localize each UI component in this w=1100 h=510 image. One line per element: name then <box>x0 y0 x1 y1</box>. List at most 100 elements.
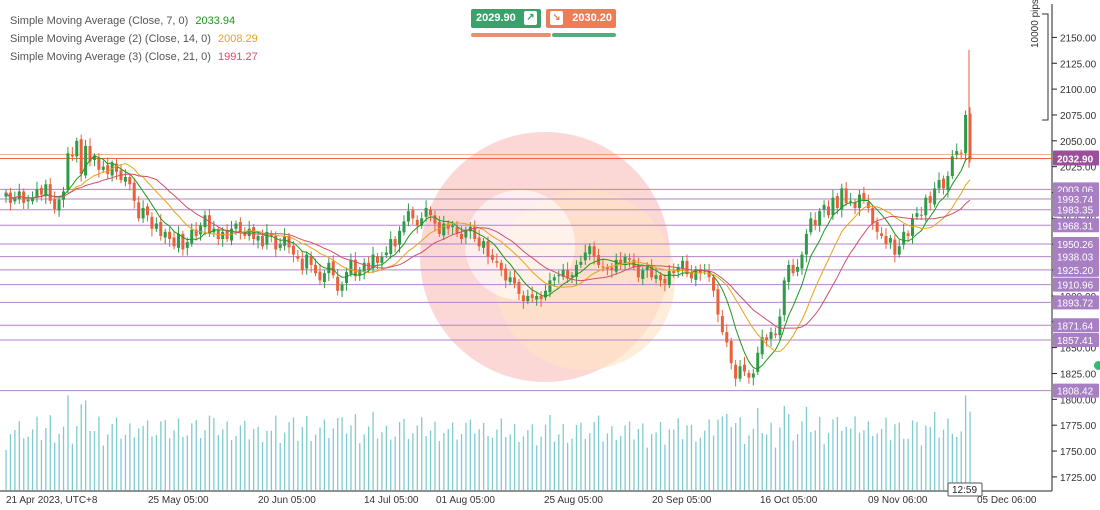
sell-price: 2030.20 <box>572 12 612 24</box>
volume-bar <box>244 420 246 490</box>
candle-body <box>924 197 928 216</box>
candle-body <box>13 197 17 202</box>
volume-bar <box>637 429 640 490</box>
volume-bar <box>540 436 542 490</box>
candle-body <box>411 209 415 219</box>
y-tick-label: 1750.00 <box>1060 447 1097 458</box>
volume-bar <box>699 437 701 490</box>
volume-bar <box>191 423 193 490</box>
volume-bar <box>761 433 763 490</box>
candle-body <box>380 256 384 263</box>
volume-bar <box>624 425 626 490</box>
candle-body <box>672 271 676 274</box>
volume-bar <box>222 429 224 490</box>
candle-body <box>159 221 163 236</box>
candle-body <box>106 165 110 174</box>
candle-body <box>238 221 242 232</box>
volume-bar <box>376 438 379 490</box>
sell-button[interactable]: ↘ 2030.20 <box>546 9 616 28</box>
volume-bar <box>673 429 675 490</box>
volume-bar <box>695 441 697 490</box>
level-label: 1910.96 <box>1057 281 1094 292</box>
volume-bar <box>385 425 387 490</box>
volume-bar <box>169 438 171 490</box>
level-label: 1925.20 <box>1057 266 1094 277</box>
candle-body <box>884 235 888 245</box>
candle-body <box>513 277 517 284</box>
volume-bar <box>668 429 671 490</box>
volume-bar <box>120 438 122 490</box>
pips-ruler-bracket <box>1042 13 1049 121</box>
volume-bar <box>553 441 556 490</box>
candle-body <box>946 175 950 190</box>
volume-bar <box>885 417 887 490</box>
volume-bar <box>474 433 476 490</box>
volume-bar <box>920 445 923 490</box>
volume-bar <box>195 420 197 490</box>
volume-bar <box>615 440 617 490</box>
volume-bar <box>248 439 250 490</box>
volume-bar <box>416 425 418 490</box>
volume-bar <box>801 421 803 490</box>
legend-row-sma21[interactable]: Simple Moving Average (3) (Close, 21, 0)… <box>10 48 258 66</box>
buy-price: 2029.90 <box>476 12 516 24</box>
candle-body <box>398 230 402 245</box>
candle-body <box>658 275 662 281</box>
candle-body <box>70 154 74 157</box>
volume-bar <box>487 436 489 490</box>
chart-canvas[interactable]: 1725.001750.001775.001800.001825.001850.… <box>0 0 1100 510</box>
legend-row-sma14[interactable]: Simple Moving Average (2) (Close, 14, 0)… <box>10 30 258 48</box>
candle-body <box>477 237 481 247</box>
volume-bar <box>288 422 290 490</box>
candle-body <box>796 266 800 272</box>
volume-bar <box>690 424 693 490</box>
volume-bar <box>257 426 259 490</box>
status-dot <box>1094 361 1100 370</box>
y-tick-label: 2075.00 <box>1060 111 1097 122</box>
candle-body <box>314 264 318 274</box>
volume-bar <box>505 437 507 490</box>
volume-bar <box>964 395 967 490</box>
candle-body <box>48 184 52 201</box>
volume-bar <box>810 432 812 490</box>
candle-body <box>424 208 428 217</box>
volume-bar <box>54 442 56 490</box>
candle-body <box>552 277 556 281</box>
volume-bar <box>297 440 299 490</box>
volume-bar <box>102 445 104 490</box>
candle-body <box>831 197 835 216</box>
candle-body <box>154 223 158 229</box>
volume-bar <box>730 427 732 490</box>
candle-body <box>570 275 574 277</box>
candle-body <box>813 219 817 226</box>
volume-bar <box>199 438 202 490</box>
volume-bar <box>239 425 242 490</box>
volume-bar <box>805 407 808 490</box>
candle-body <box>190 229 194 244</box>
candle-body <box>818 211 822 226</box>
candle-body <box>716 289 720 315</box>
candle-body <box>636 265 640 278</box>
volume-bar <box>783 406 785 490</box>
volume-bar <box>275 415 277 490</box>
volume-bar <box>217 435 219 490</box>
level-label: 1808.42 <box>1057 387 1094 398</box>
volume-bar <box>562 424 564 490</box>
legend-label-sma14: Simple Moving Average (2) (Close, 14, 0) <box>10 33 211 45</box>
buy-button[interactable]: 2029.90 ↗ <box>471 9 541 28</box>
volume-bar <box>664 444 666 490</box>
legend-row-sma7[interactable]: Simple Moving Average (Close, 7, 0) 2033… <box>10 12 258 30</box>
volume-bar <box>465 422 467 490</box>
volume-bar <box>124 434 127 490</box>
candle-body <box>950 156 954 176</box>
candle-body <box>101 166 105 170</box>
candle-body <box>318 271 322 281</box>
volume-bar <box>712 435 715 490</box>
volume-bar <box>597 415 600 490</box>
candle-body <box>451 225 455 228</box>
candle-body <box>933 188 937 205</box>
candle-body <box>959 152 963 154</box>
candle-body <box>725 332 729 343</box>
price-chart[interactable]: 1725.00 1750.00 1775.00 1800.00 1825.00 1850.… <box>0 0 1100 510</box>
candle-body <box>663 278 667 284</box>
